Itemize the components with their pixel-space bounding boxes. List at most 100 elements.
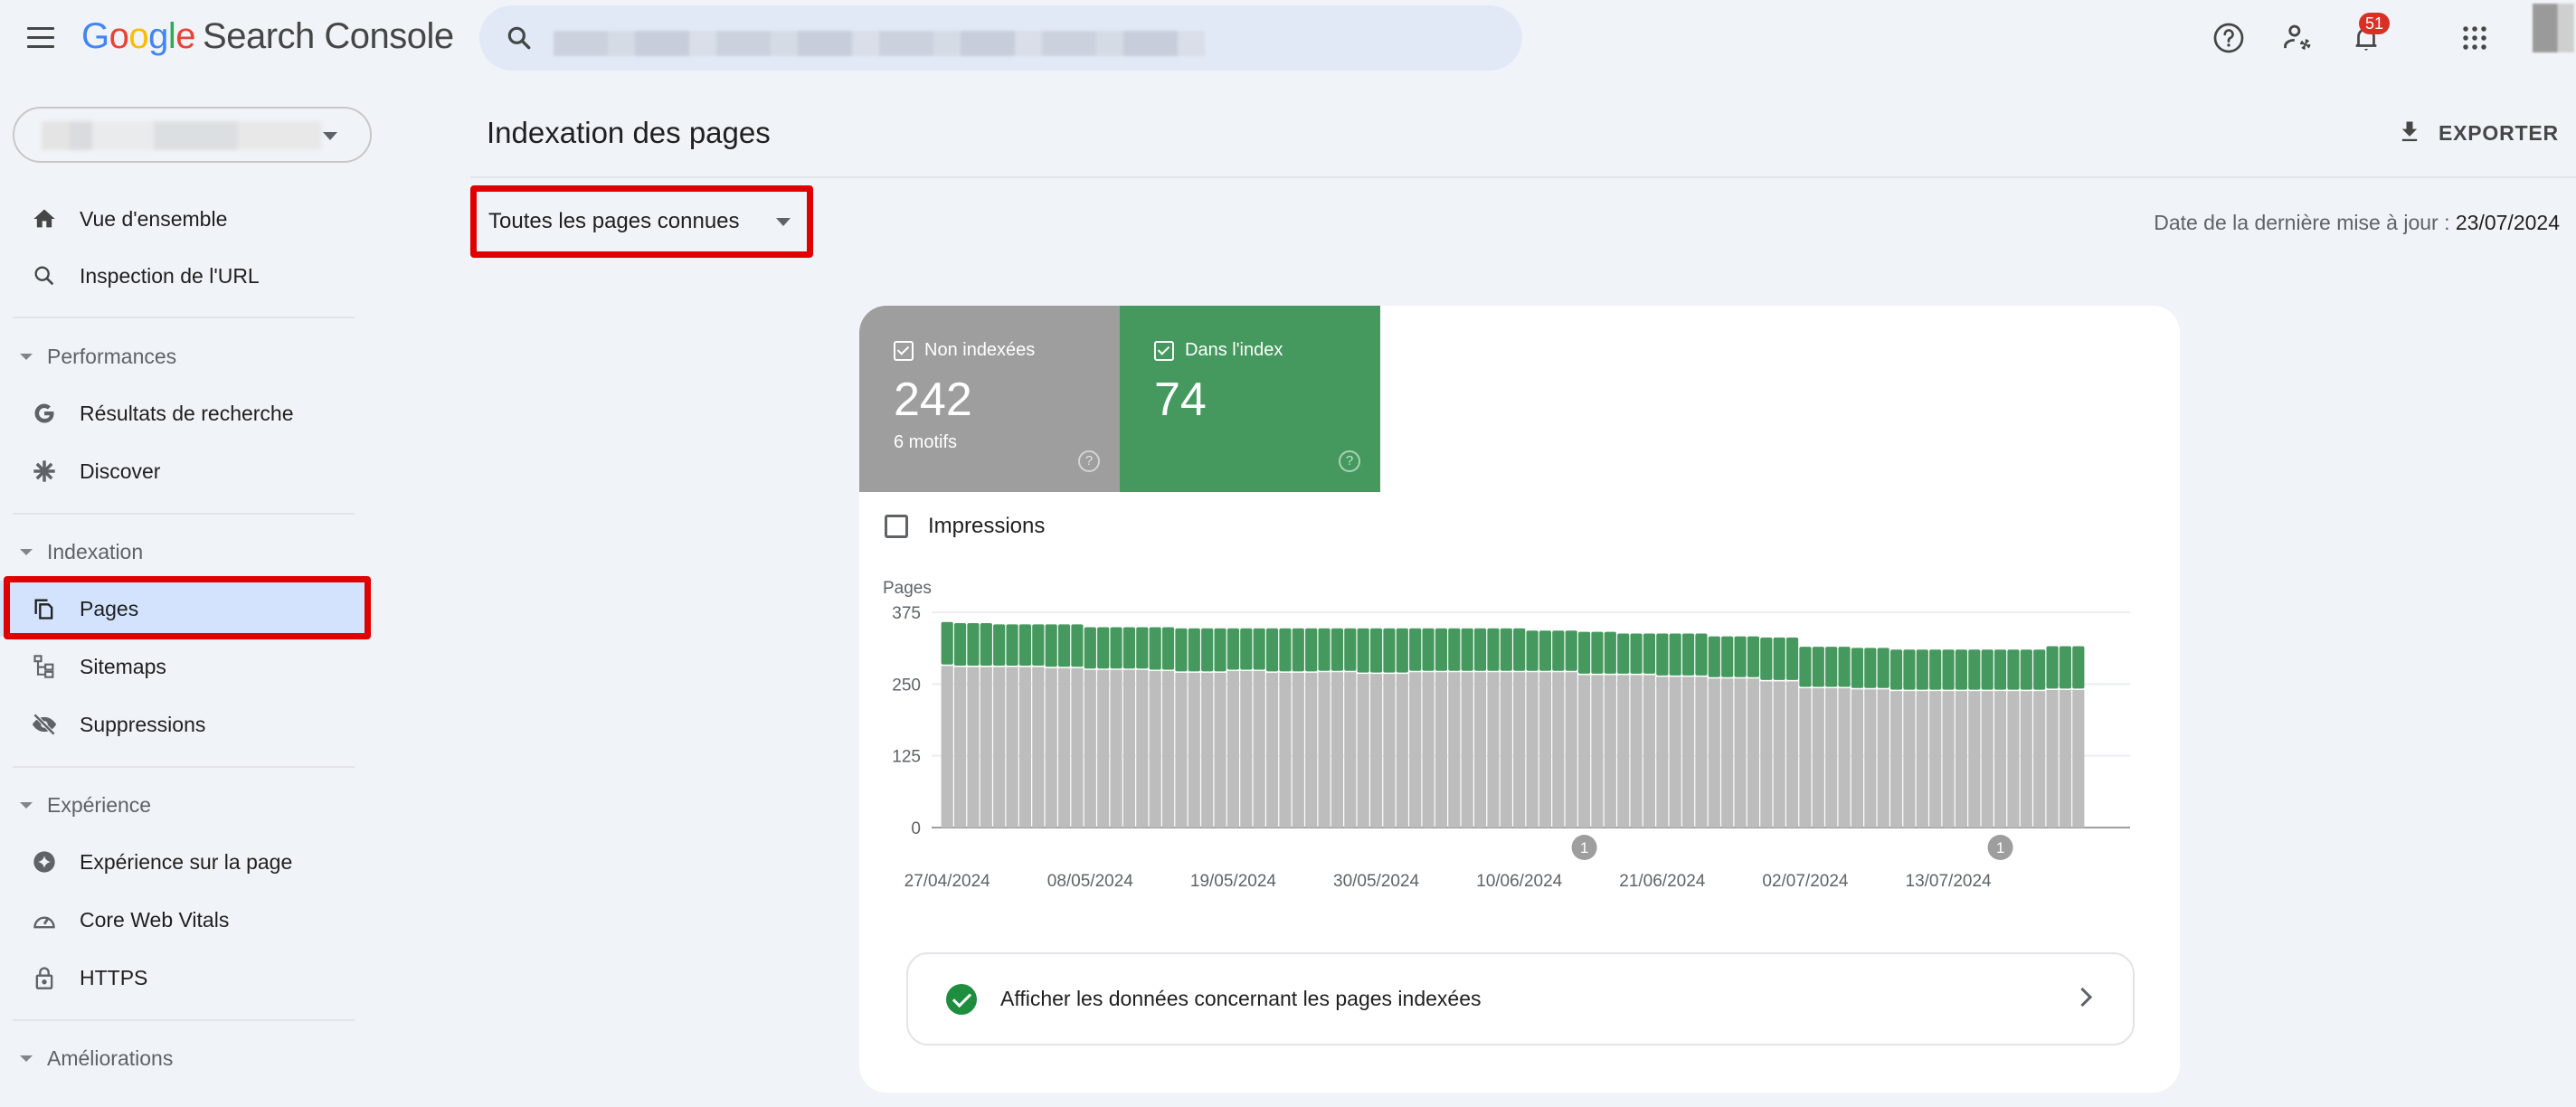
- bar-not-indexed[interactable]: [1851, 689, 1864, 828]
- bar-indexed[interactable]: [1396, 628, 1408, 673]
- bar-not-indexed[interactable]: [1318, 672, 1331, 828]
- bar-indexed[interactable]: [1369, 628, 1383, 673]
- bar-indexed[interactable]: [1305, 628, 1318, 672]
- bar-not-indexed[interactable]: [1331, 672, 1344, 828]
- bar-not-indexed[interactable]: [1734, 678, 1747, 828]
- bar-indexed[interactable]: [1851, 648, 1864, 688]
- bar-not-indexed[interactable]: [1240, 670, 1253, 828]
- property-selector[interactable]: [13, 107, 372, 163]
- bar-not-indexed[interactable]: [1799, 688, 1812, 828]
- bar-indexed[interactable]: [2020, 649, 2032, 690]
- sidebar-item-sitemaps[interactable]: Sitemaps: [0, 639, 369, 695]
- bar-not-indexed[interactable]: [1994, 691, 2007, 828]
- bar-not-indexed[interactable]: [1435, 672, 1448, 828]
- help-button[interactable]: [2209, 20, 2249, 60]
- bar-indexed[interactable]: [1409, 628, 1422, 671]
- bar-not-indexed[interactable]: [1265, 672, 1279, 828]
- bar-not-indexed[interactable]: [1214, 672, 1226, 828]
- bar-not-indexed[interactable]: [1409, 672, 1422, 828]
- bar-indexed[interactable]: [1226, 628, 1240, 670]
- bar-indexed[interactable]: [1435, 628, 1448, 671]
- bar-indexed[interactable]: [1487, 628, 1500, 671]
- bar-not-indexed[interactable]: [1955, 691, 1968, 828]
- bar-not-indexed[interactable]: [1045, 667, 1057, 828]
- bar-indexed[interactable]: [1812, 647, 1824, 687]
- bar-indexed[interactable]: [1799, 647, 1812, 687]
- bar-not-indexed[interactable]: [1825, 688, 1838, 828]
- bar-not-indexed[interactable]: [1591, 675, 1604, 828]
- bar-indexed[interactable]: [1552, 630, 1565, 671]
- bar-not-indexed[interactable]: [1552, 672, 1565, 828]
- bar-indexed[interactable]: [1071, 624, 1084, 667]
- export-button[interactable]: EXPORTER: [2397, 110, 2559, 156]
- bar-not-indexed[interactable]: [1903, 691, 1916, 828]
- bar-indexed[interactable]: [1265, 628, 1279, 672]
- sidebar-item-removals[interactable]: Suppressions: [0, 696, 369, 752]
- bar-indexed[interactable]: [953, 623, 967, 667]
- bar-not-indexed[interactable]: [1760, 681, 1773, 828]
- bar-indexed[interactable]: [1785, 637, 1799, 680]
- pages-filter-dropdown[interactable]: Toutes les pages connues: [470, 185, 812, 258]
- bar-not-indexed[interactable]: [1383, 674, 1396, 828]
- bar-not-indexed[interactable]: [1344, 672, 1357, 828]
- bar-not-indexed[interactable]: [2007, 691, 2020, 828]
- bar-not-indexed[interactable]: [1226, 670, 1240, 828]
- bar-indexed[interactable]: [1877, 648, 1889, 688]
- bar-not-indexed[interactable]: [1071, 667, 1084, 828]
- bar-indexed[interactable]: [1473, 628, 1487, 671]
- bar-not-indexed[interactable]: [1630, 675, 1643, 828]
- bar-indexed[interactable]: [1214, 628, 1226, 672]
- bar-not-indexed[interactable]: [1889, 691, 1903, 828]
- sidebar-item-url-inspection[interactable]: Inspection de l'URL: [0, 248, 369, 304]
- bar-indexed[interactable]: [1318, 628, 1331, 671]
- bar-indexed[interactable]: [2033, 649, 2046, 690]
- bar-indexed[interactable]: [1240, 628, 1253, 670]
- bar-indexed[interactable]: [1032, 624, 1045, 667]
- bar-indexed[interactable]: [1577, 631, 1591, 674]
- bar-not-indexed[interactable]: [1448, 672, 1461, 828]
- bar-indexed[interactable]: [1175, 628, 1188, 672]
- bar-indexed[interactable]: [1889, 649, 1903, 690]
- bar-not-indexed[interactable]: [1708, 678, 1720, 828]
- bar-not-indexed[interactable]: [1604, 675, 1616, 828]
- bar-not-indexed[interactable]: [1643, 675, 1656, 828]
- bar-indexed[interactable]: [1097, 627, 1110, 669]
- bar-not-indexed[interactable]: [1500, 672, 1512, 828]
- bar-not-indexed[interactable]: [1942, 691, 1955, 828]
- bar-indexed[interactable]: [1292, 628, 1304, 672]
- bar-not-indexed[interactable]: [993, 667, 1006, 828]
- bar-indexed[interactable]: [1526, 630, 1539, 671]
- bar-not-indexed[interactable]: [1461, 672, 1473, 828]
- bar-not-indexed[interactable]: [2059, 689, 2072, 828]
- bar-not-indexed[interactable]: [1006, 667, 1018, 828]
- bar-not-indexed[interactable]: [1695, 676, 1708, 828]
- bar-indexed[interactable]: [1084, 627, 1096, 669]
- bar-not-indexed[interactable]: [953, 667, 967, 828]
- bar-indexed[interactable]: [2059, 646, 2072, 689]
- bar-indexed[interactable]: [1565, 630, 1577, 671]
- bar-not-indexed[interactable]: [1773, 681, 1785, 828]
- bar-not-indexed[interactable]: [1785, 681, 1799, 828]
- bar-indexed[interactable]: [1942, 649, 1955, 690]
- manage-users-button[interactable]: [2278, 20, 2317, 60]
- bar-not-indexed[interactable]: [1473, 672, 1487, 828]
- bar-indexed[interactable]: [1708, 636, 1720, 677]
- bar-indexed[interactable]: [967, 623, 980, 667]
- bar-not-indexed[interactable]: [1253, 670, 1265, 828]
- bar-indexed[interactable]: [1643, 633, 1656, 674]
- bar-indexed[interactable]: [1161, 627, 1175, 670]
- bar-not-indexed[interactable]: [1357, 674, 1369, 828]
- bar-indexed[interactable]: [1955, 649, 1968, 690]
- sidebar-item-pages[interactable]: Pages: [0, 581, 369, 637]
- bar-not-indexed[interactable]: [1681, 676, 1695, 828]
- bar-indexed[interactable]: [2007, 649, 2020, 690]
- bar-indexed[interactable]: [1149, 627, 1161, 670]
- bar-not-indexed[interactable]: [1032, 667, 1045, 828]
- bar-indexed[interactable]: [1500, 628, 1512, 671]
- bar-indexed[interactable]: [1253, 628, 1265, 670]
- bar-not-indexed[interactable]: [2033, 691, 2046, 828]
- bar-not-indexed[interactable]: [1656, 676, 1669, 828]
- bar-not-indexed[interactable]: [1539, 672, 1552, 828]
- bar-not-indexed[interactable]: [1864, 689, 1877, 828]
- annotation-marker[interactable]: 1: [1571, 835, 1597, 860]
